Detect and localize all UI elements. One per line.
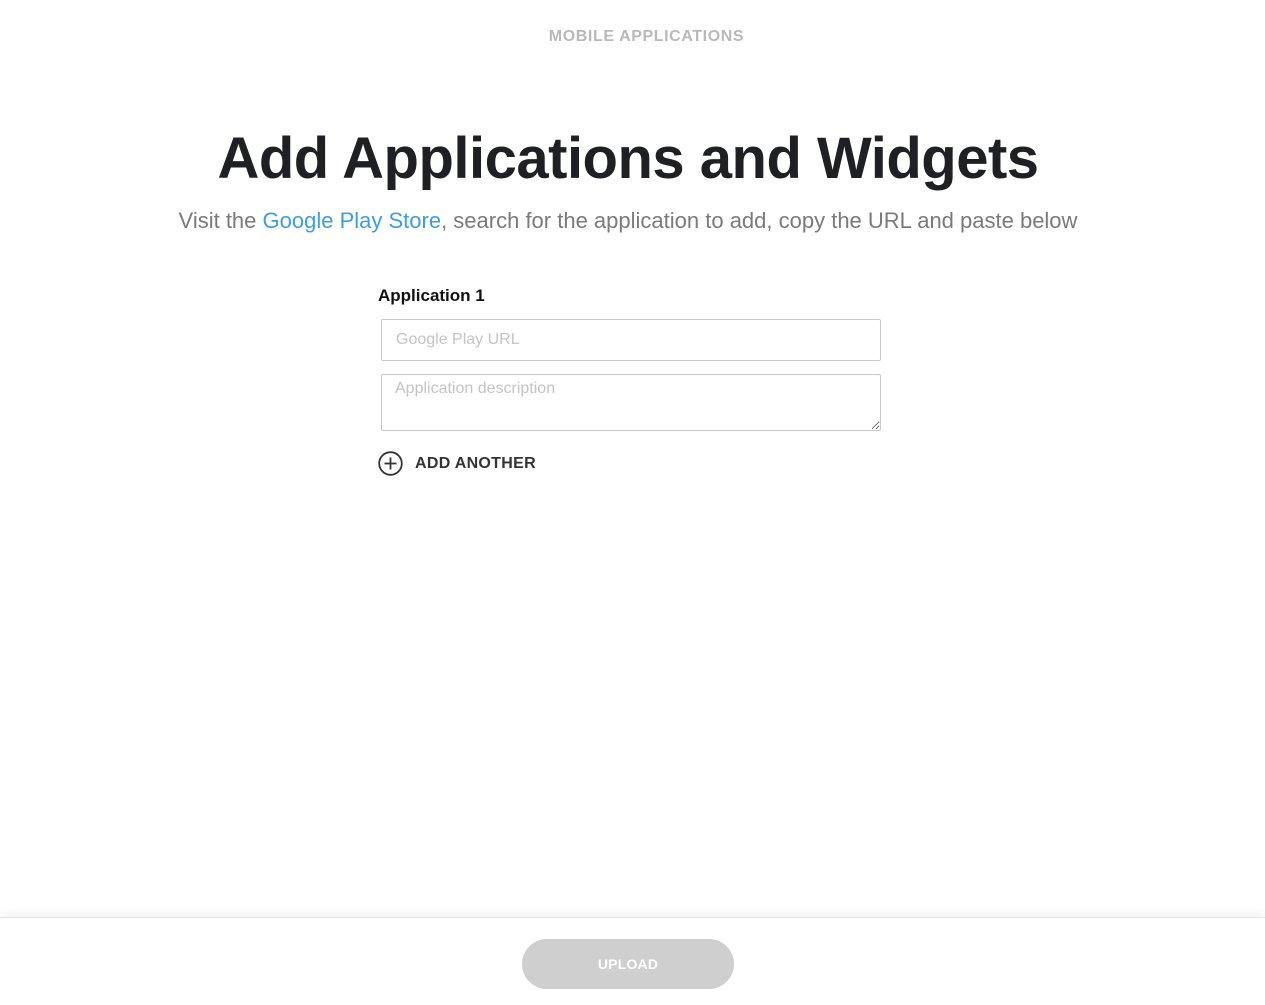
section-label: MOBILE APPLICATIONS <box>548 28 745 45</box>
add-another-label: ADD ANOTHER <box>415 454 536 472</box>
subtitle-suffix: , search for the application to add, cop… <box>441 208 1078 233</box>
google-play-store-link[interactable]: Google Play Store <box>263 208 442 233</box>
application-description-input[interactable] <box>381 374 881 431</box>
google-play-url-input[interactable] <box>381 319 881 361</box>
application-label: Application 1 <box>378 286 485 305</box>
add-another-button[interactable]: ADD ANOTHER <box>378 451 538 476</box>
page-subtitle: Visit the Google Play Store, search for … <box>0 207 1256 235</box>
page-title: Add Applications and Widgets <box>217 126 1039 191</box>
applications-form: Application 1 ADD ANOTHER <box>378 286 882 476</box>
page: MOBILE APPLICATIONS Add Applications and… <box>0 0 1265 1005</box>
footer-bar: UPLOAD <box>0 917 1265 1005</box>
plus-circle-icon <box>378 451 403 476</box>
upload-button[interactable]: UPLOAD <box>522 939 734 989</box>
subtitle-prefix: Visit the <box>178 208 263 233</box>
